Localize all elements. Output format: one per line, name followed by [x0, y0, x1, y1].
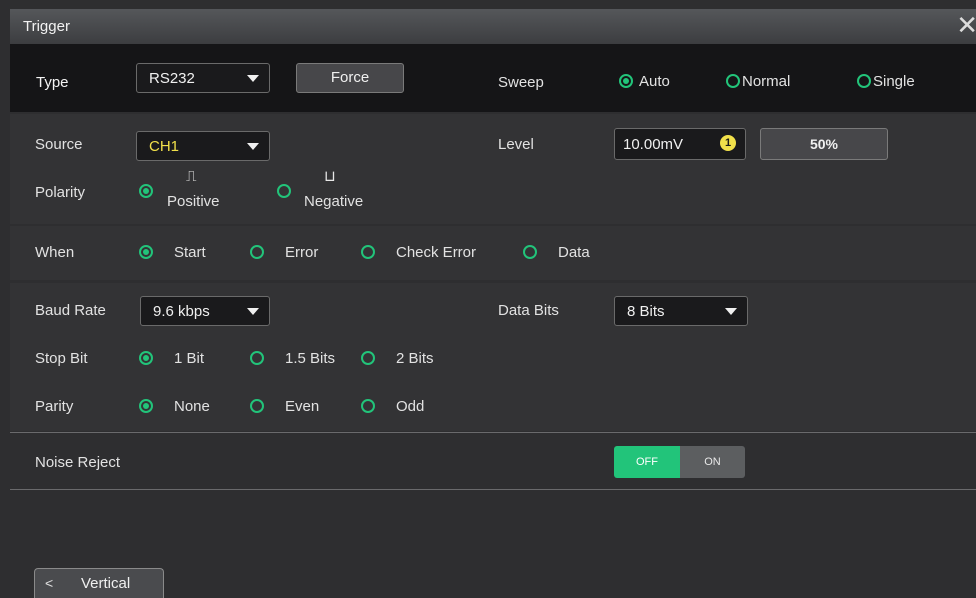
chevron-down-icon: [725, 308, 737, 315]
stop-bit-2-label: 2 Bits: [396, 350, 434, 367]
close-icon[interactable]: ✕: [956, 11, 976, 39]
chevron-down-icon: [247, 143, 259, 150]
positive-pulse-icon: ⎍: [186, 168, 197, 185]
parity-odd-radio[interactable]: [361, 399, 375, 413]
stop-bit-label: Stop Bit: [35, 350, 88, 367]
when-check-error-label: Check Error: [396, 244, 477, 261]
noise-reject-toggle[interactable]: OFF ON: [614, 446, 745, 478]
stop-bit-2-radio[interactable]: [361, 351, 375, 365]
toggle-off-option[interactable]: OFF: [614, 446, 680, 478]
toggle-on-option[interactable]: ON: [680, 446, 745, 478]
trigger-dialog: Trigger ✕ Type RS232 Force Sweep Auto No…: [0, 0, 976, 598]
chevron-down-icon: [247, 308, 259, 315]
type-dropdown-value: RS232: [149, 70, 195, 87]
dialog-title: Trigger: [23, 18, 70, 35]
sweep-label: Sweep: [498, 74, 544, 91]
parity-none-label: None: [174, 398, 210, 415]
channel-badge-icon: 1: [720, 135, 736, 151]
parity-odd-label: Odd: [396, 398, 425, 415]
level-value: 10.00mV: [623, 136, 684, 153]
when-error-label: Error: [285, 244, 319, 261]
when-data-label: Data: [558, 244, 590, 261]
source-label: Source: [35, 136, 83, 153]
data-bits-label: Data Bits: [498, 302, 559, 319]
dialog-titlebar: Trigger ✕: [10, 9, 976, 44]
source-dropdown-value: CH1: [149, 138, 180, 155]
parity-none-radio[interactable]: [139, 399, 153, 413]
stop-bit-1-5-label: 1.5 Bits: [285, 350, 336, 367]
baud-rate-label: Baud Rate: [35, 302, 106, 319]
polarity-positive-radio[interactable]: [139, 184, 153, 198]
when-check-error-radio[interactable]: [361, 245, 375, 259]
when-data-radio[interactable]: [523, 245, 537, 259]
noise-reject-label: Noise Reject: [35, 454, 121, 471]
source-dropdown[interactable]: CH1: [136, 131, 270, 161]
sweep-single-label: Single: [873, 73, 915, 90]
when-start-radio[interactable]: [139, 245, 153, 259]
stop-bit-1-label: 1 Bit: [174, 350, 205, 367]
when-error-radio[interactable]: [250, 245, 264, 259]
level-label: Level: [498, 136, 534, 153]
when-label: When: [35, 244, 75, 261]
divider: [10, 432, 976, 433]
sweep-single-radio[interactable]: [857, 74, 871, 88]
parity-even-label: Even: [285, 398, 320, 415]
sweep-auto-radio[interactable]: [619, 74, 633, 88]
chevron-left-icon: <: [45, 575, 54, 591]
sweep-normal-label: Normal: [742, 73, 791, 90]
baud-rate-value: 9.6 kbps: [153, 303, 210, 320]
type-dropdown[interactable]: RS232: [136, 63, 270, 93]
chevron-down-icon: [247, 75, 259, 82]
force-button[interactable]: Force: [296, 63, 404, 93]
vertical-tab-label: Vertical: [81, 575, 131, 592]
polarity-label: Polarity: [35, 184, 86, 201]
baud-rate-dropdown[interactable]: 9.6 kbps: [140, 296, 270, 326]
divider: [10, 489, 976, 490]
sweep-auto-label: Auto: [639, 73, 670, 90]
type-label: Type: [36, 74, 69, 91]
parity-even-radio[interactable]: [250, 399, 264, 413]
polarity-negative-label: Negative: [304, 193, 364, 210]
data-bits-value: 8 Bits: [627, 303, 665, 320]
stop-bit-1-radio[interactable]: [139, 351, 153, 365]
when-section: [10, 226, 976, 280]
polarity-positive-label: Positive: [167, 193, 220, 210]
negative-pulse-icon: ⊔: [324, 168, 336, 185]
data-bits-dropdown[interactable]: 8 Bits: [614, 296, 748, 326]
polarity-negative-radio[interactable]: [277, 184, 291, 198]
parity-label: Parity: [35, 398, 74, 415]
when-start-label: Start: [174, 244, 206, 261]
vertical-tab-button[interactable]: < Vertical: [34, 568, 164, 598]
fifty-percent-button[interactable]: 50%: [760, 128, 888, 160]
sweep-normal-radio[interactable]: [726, 74, 740, 88]
stop-bit-1-5-radio[interactable]: [250, 351, 264, 365]
